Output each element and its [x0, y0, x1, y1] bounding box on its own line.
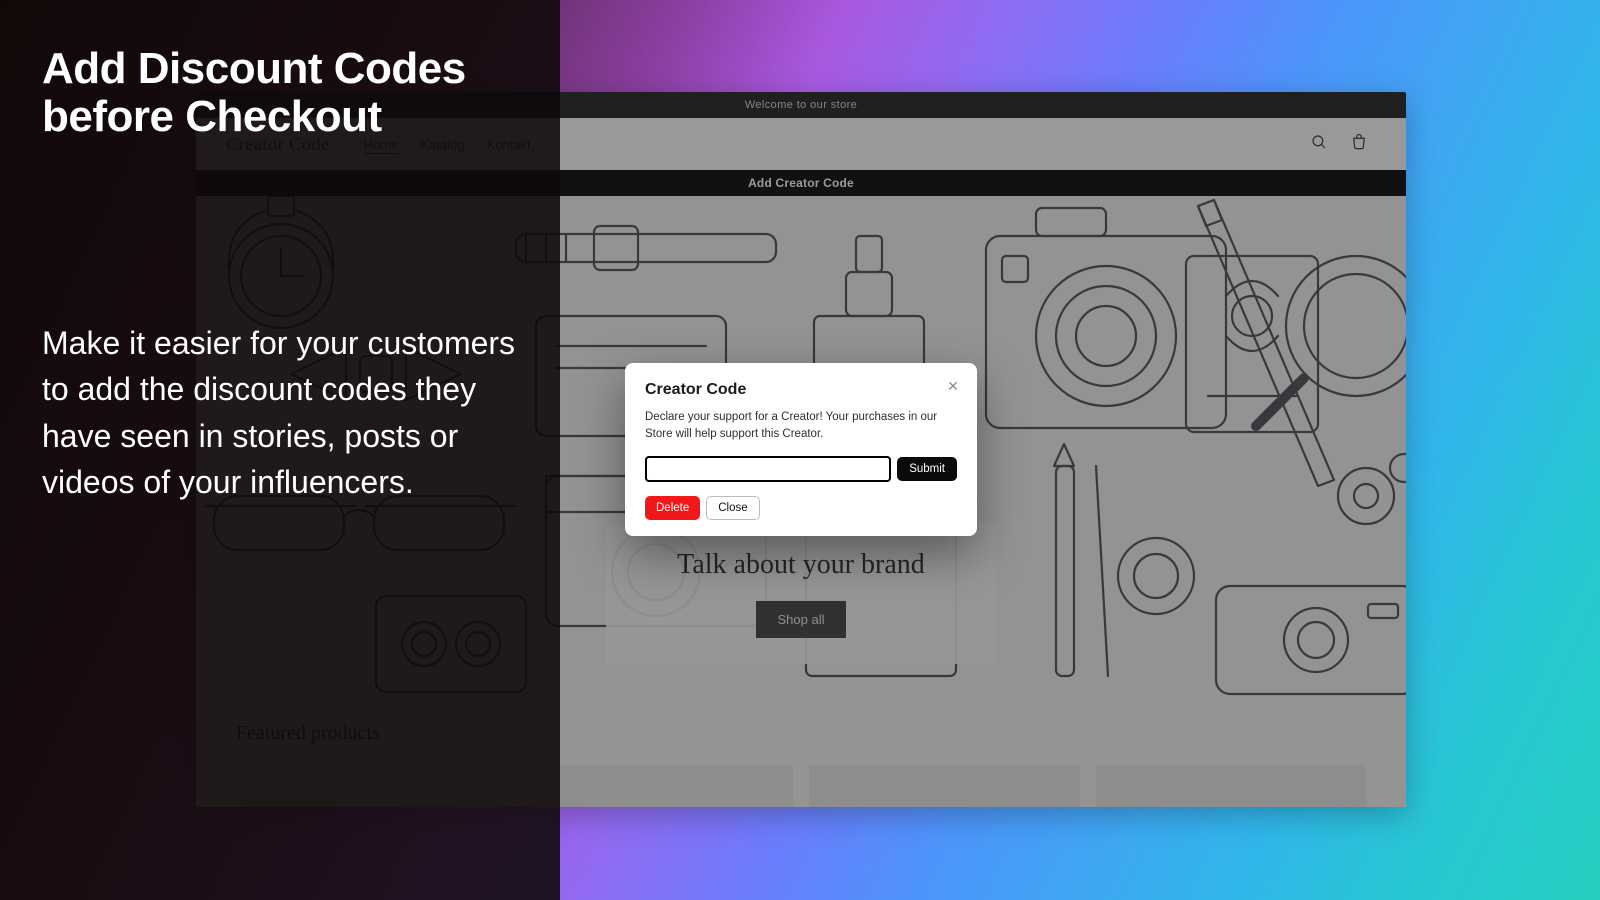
promo-panel: Add Discount Codes before Checkout Make …: [0, 0, 560, 900]
delete-button[interactable]: Delete: [645, 496, 700, 520]
creator-code-modal: ✕ Creator Code Declare your support for …: [625, 363, 977, 536]
close-icon[interactable]: ✕: [943, 377, 963, 397]
creator-code-input[interactable]: [645, 456, 891, 482]
submit-button[interactable]: Submit: [897, 457, 957, 481]
close-button[interactable]: Close: [706, 496, 759, 520]
promo-body: Make it easier for your customers to add…: [42, 320, 524, 506]
modal-body: Declare your support for a Creator! Your…: [645, 409, 957, 442]
modal-title: Creator Code: [645, 381, 957, 399]
promo-heading: Add Discount Codes before Checkout: [42, 45, 524, 140]
